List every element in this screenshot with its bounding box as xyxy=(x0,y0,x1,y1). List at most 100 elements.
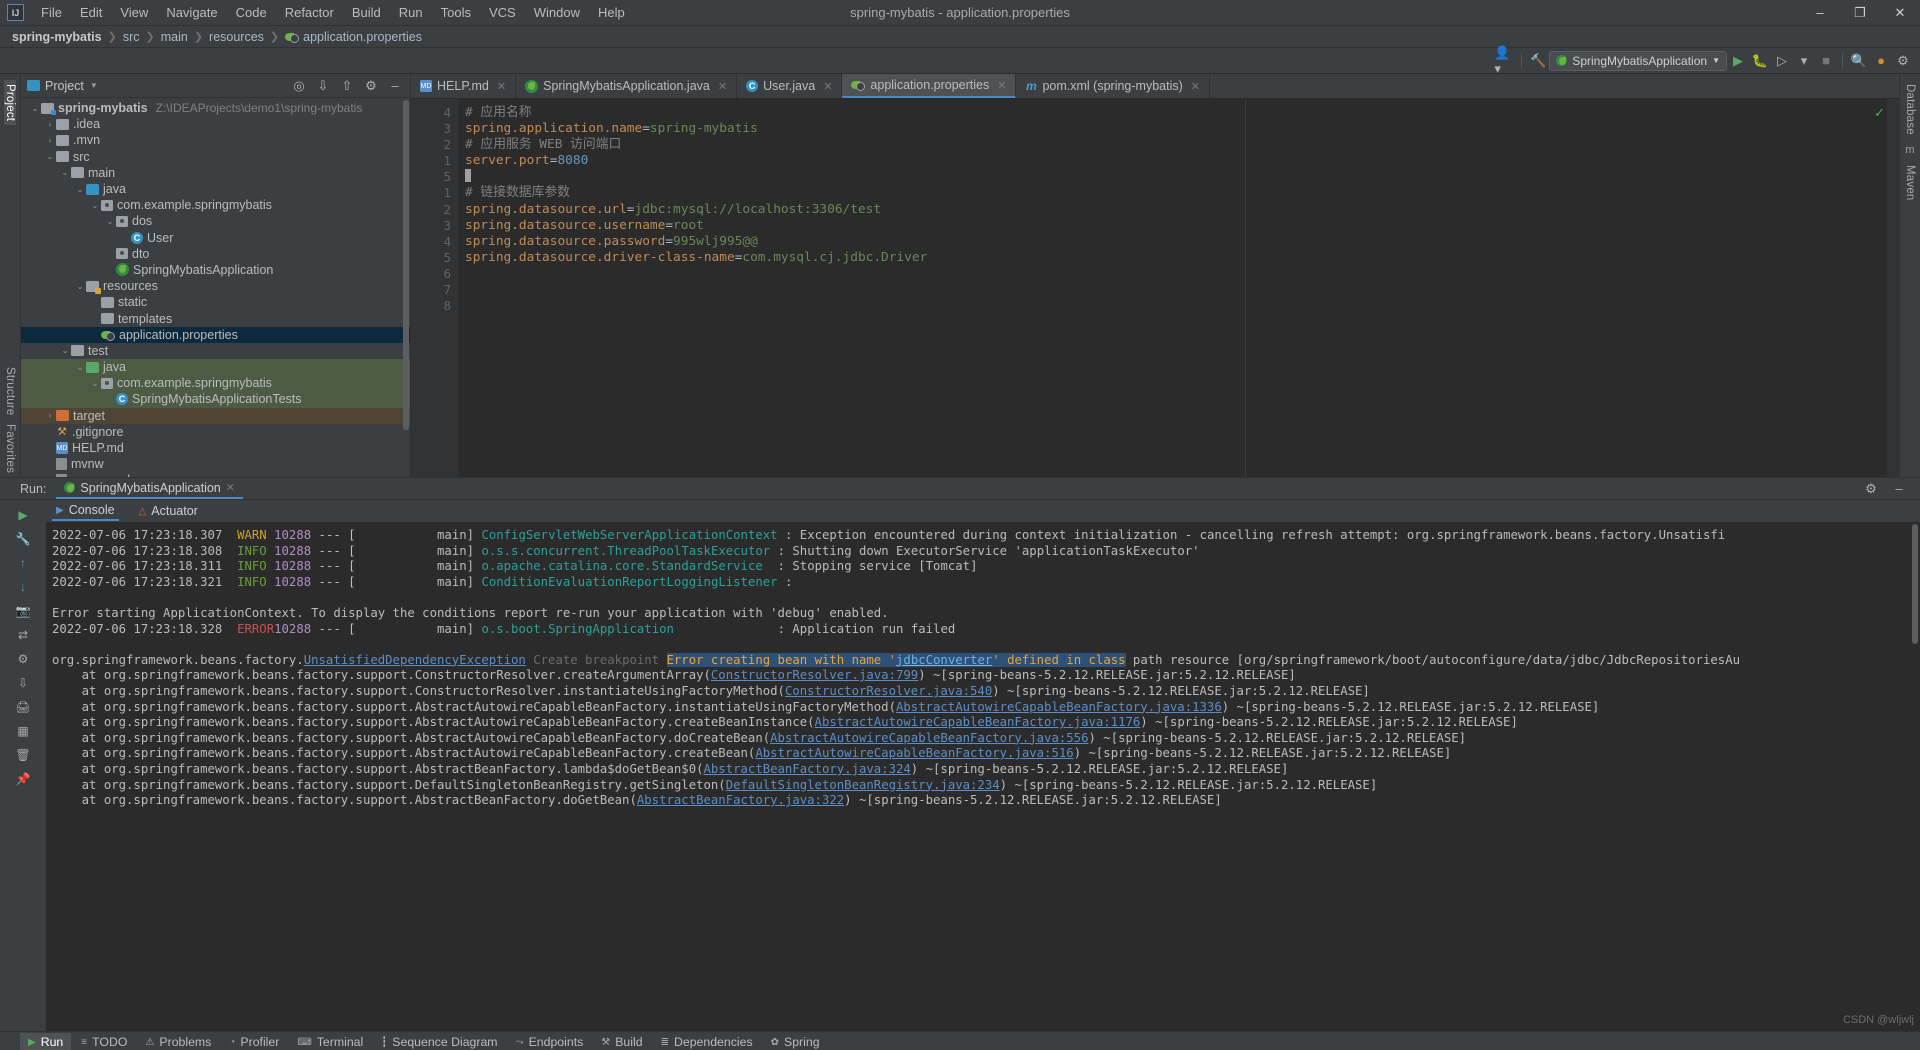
stack-frame-link[interactable]: AbstractAutowireCapableBeanFactory.java:… xyxy=(770,731,1088,745)
tree-node-springmybatisapplicationtests[interactable]: C SpringMybatisApplicationTests xyxy=(21,391,410,408)
settings-icon[interactable]: ⚙ xyxy=(12,648,34,670)
debug-icon[interactable]: 🐛 xyxy=(1749,50,1771,72)
tab-actuator[interactable]: △ Actuator xyxy=(135,502,202,520)
menu-refactor[interactable]: Refactor xyxy=(276,2,343,23)
tree-node-user[interactable]: C User xyxy=(21,230,410,246)
run-configuration-selector[interactable]: SpringMybatisApplication ▼ xyxy=(1549,50,1727,71)
code-line[interactable]: spring.datasource.password=995wlj995@@ xyxy=(465,234,1887,250)
tree-node-help-md[interactable]: MD HELP.md xyxy=(21,440,410,456)
project-tree-scrollbar[interactable] xyxy=(403,100,409,430)
gear-icon[interactable]: ⚙ xyxy=(360,75,382,97)
tool-window-button-favorites[interactable]: Favorites xyxy=(4,420,16,477)
editor-marker-bar[interactable]: ✓ xyxy=(1874,99,1899,477)
code-line[interactable] xyxy=(465,298,1887,314)
bottom-tab-problems[interactable]: ⚠ Problems xyxy=(137,1033,219,1050)
editor-tab-user-java[interactable]: C User.java ✕ xyxy=(737,74,843,98)
tree-node-templates[interactable]: templates xyxy=(21,310,410,326)
menu-build[interactable]: Build xyxy=(343,2,390,23)
stack-frame-link[interactable]: AbstractBeanFactory.java:322 xyxy=(637,793,844,807)
code-line[interactable]: spring.datasource.driver-class-name=com.… xyxy=(465,250,1887,266)
inspection-ok-icon[interactable]: ✓ xyxy=(1874,105,1885,121)
tree-node-main[interactable]: ⌄ main xyxy=(21,165,410,181)
menu-tools[interactable]: Tools xyxy=(432,2,480,23)
tree-node--idea[interactable]: › .idea xyxy=(21,116,410,132)
print-icon[interactable]: 🖨 xyxy=(12,696,34,718)
editor-tab-application-properties[interactable]: application.properties ✕ xyxy=(842,74,1017,98)
chevron-right-icon[interactable]: › xyxy=(44,411,56,420)
code-line[interactable] xyxy=(465,169,1887,185)
menu-code[interactable]: Code xyxy=(227,2,276,23)
tree-node-static[interactable]: static xyxy=(21,294,410,310)
breadcrumb-src[interactable]: src xyxy=(123,30,140,44)
stack-frame-link[interactable]: DefaultSingletonBeanRegistry.java:234 xyxy=(726,778,1000,792)
tool-window-button-structure[interactable]: Structure xyxy=(4,363,16,419)
stack-frame-link[interactable]: ConstructorResolver.java:799 xyxy=(711,668,918,682)
gear-icon[interactable]: ⚙ xyxy=(1860,478,1882,500)
tree-node-com-example-springmybatis[interactable]: ⌄ com.example.springmybatis xyxy=(21,197,410,213)
menu-file[interactable]: File xyxy=(32,2,71,23)
editor-tab-pom-xml-spring-mybatis-[interactable]: m pom.xml (spring-mybatis) ✕ xyxy=(1016,74,1210,98)
menu-navigate[interactable]: Navigate xyxy=(157,2,226,23)
camera-icon[interactable]: 📷 xyxy=(12,600,34,622)
tree-node--gitignore[interactable]: ⚒ .gitignore xyxy=(21,424,410,440)
soft-wrap-icon[interactable]: ⇄ xyxy=(12,624,34,646)
maven-icon[interactable]: m xyxy=(1905,144,1914,156)
bottom-tab-dependencies[interactable]: ≣ Dependencies xyxy=(653,1033,761,1050)
code-line[interactable] xyxy=(465,266,1887,282)
stop-icon[interactable]: ■ xyxy=(1815,50,1837,72)
menu-view[interactable]: View xyxy=(111,2,157,23)
code-line[interactable] xyxy=(465,282,1887,298)
minimize-button[interactable]: – xyxy=(1800,0,1840,26)
table-icon[interactable]: ▦ xyxy=(12,720,34,742)
code-line[interactable]: # 应用服务 WEB 访问端口 xyxy=(465,137,1887,153)
chevron-down-icon[interactable]: ▼ xyxy=(90,81,98,90)
bottom-tab-sequence-diagram[interactable]: ┇ Sequence Diagram xyxy=(373,1033,505,1050)
editor-text[interactable]: # 应用名称 spring.application.name=spring-myb… xyxy=(459,99,1887,477)
search-icon[interactable]: 🔍 xyxy=(1848,50,1870,72)
chevron-down-icon[interactable]: ⌄ xyxy=(89,379,101,388)
chevron-right-icon[interactable]: › xyxy=(44,136,56,145)
export-icon[interactable]: ⇩ xyxy=(12,672,34,694)
maximize-button[interactable]: ❐ xyxy=(1840,0,1880,26)
breadcrumb-main[interactable]: main xyxy=(161,30,188,44)
chevron-down-icon[interactable]: ⌄ xyxy=(74,363,86,372)
stack-frame-link[interactable]: AbstractAutowireCapableBeanFactory.java:… xyxy=(815,715,1141,729)
tree-node--mvn[interactable]: › .mvn xyxy=(21,132,410,148)
profiler-icon[interactable]: ▾ xyxy=(1793,50,1815,72)
menu-edit[interactable]: Edit xyxy=(71,2,111,23)
menu-run[interactable]: Run xyxy=(390,2,432,23)
tree-node-dto[interactable]: dto xyxy=(21,246,410,262)
close-icon[interactable]: ✕ xyxy=(1191,80,1200,93)
tree-node-resources[interactable]: ⌄ resources xyxy=(21,278,410,294)
tree-node-java[interactable]: ⌄ java xyxy=(21,181,410,197)
expand-all-icon[interactable]: ⇩ xyxy=(312,75,334,97)
scroll-up-icon[interactable]: ↑ xyxy=(12,552,34,574)
chevron-down-icon[interactable]: ⌄ xyxy=(59,346,71,355)
menu-help[interactable]: Help xyxy=(589,2,634,23)
bean-name-link[interactable]: jdbcConverter xyxy=(896,653,992,667)
locate-file-icon[interactable]: ◎ xyxy=(288,75,310,97)
editor-tab-springmybatisapplication-java[interactable]: SpringMybatisApplication.java ✕ xyxy=(516,74,738,98)
code-line[interactable]: spring.datasource.url=jdbc:mysql://local… xyxy=(465,202,1887,218)
code-line[interactable]: spring.application.name=spring-mybatis xyxy=(465,121,1887,137)
chevron-down-icon[interactable]: ⌄ xyxy=(29,104,41,113)
hammer-build-icon[interactable]: 🔨 xyxy=(1527,50,1549,72)
menu-vcs[interactable]: VCS xyxy=(480,2,525,23)
run-icon[interactable]: ▶ xyxy=(1727,50,1749,72)
tree-node-java[interactable]: ⌄ java xyxy=(21,359,410,376)
pin-icon[interactable]: 📌 xyxy=(12,768,34,790)
tree-node-test[interactable]: ⌄ test xyxy=(21,343,410,359)
close-icon[interactable]: ✕ xyxy=(226,481,235,494)
close-icon[interactable]: ✕ xyxy=(823,80,832,93)
collapse-all-icon[interactable]: ⇧ xyxy=(336,75,358,97)
editor-tab-help-md[interactable]: MD HELP.md ✕ xyxy=(411,74,517,98)
tree-node-dos[interactable]: ⌄ dos xyxy=(21,213,410,229)
tree-node-springmybatisapplication[interactable]: SpringMybatisApplication xyxy=(21,262,410,278)
editor-code-area[interactable]: 4321512345678 # 应用名称 spring.application.n… xyxy=(411,99,1899,477)
tool-window-button-database[interactable]: Database xyxy=(1904,80,1916,139)
code-line[interactable]: server.port=8080 xyxy=(465,153,1887,169)
settings-icon[interactable]: ⚙ xyxy=(1892,50,1914,72)
tree-node-com-example-springmybatis[interactable]: ⌄ com.example.springmybatis xyxy=(21,375,410,392)
chevron-down-icon[interactable]: ⌄ xyxy=(59,168,71,177)
chevron-down-icon[interactable]: ⌄ xyxy=(89,201,101,210)
